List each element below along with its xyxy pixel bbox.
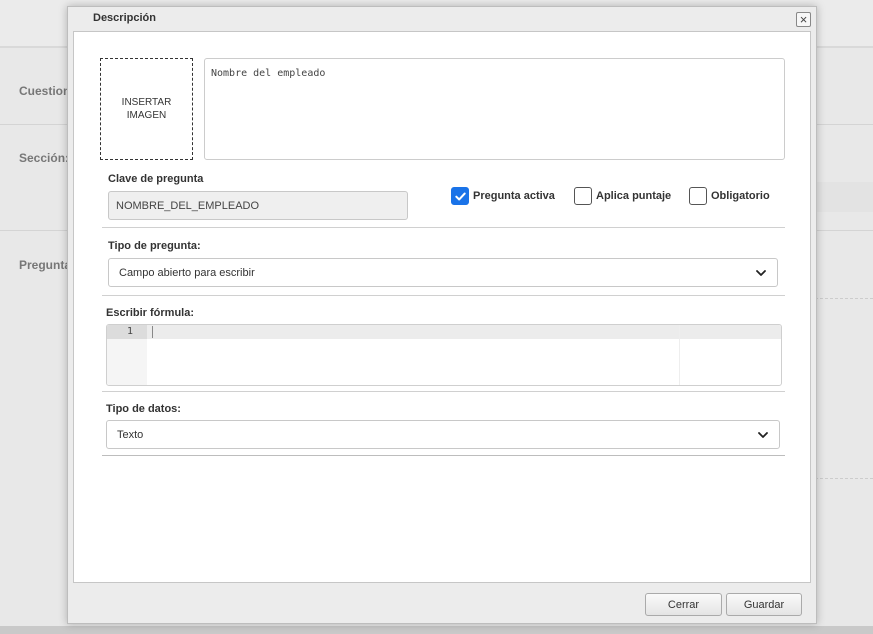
dialog-title: Descripción — [93, 12, 156, 24]
checkbox-box[interactable] — [451, 187, 469, 205]
tipo-datos-value: Texto — [117, 428, 144, 441]
cancel-button[interactable]: Cerrar — [645, 593, 722, 616]
chevron-down-icon — [758, 431, 768, 438]
checkbox-pregunta-activa[interactable]: Pregunta activa — [451, 187, 555, 205]
save-button[interactable]: Guardar — [726, 593, 802, 616]
checkbox-label: Obligatorio — [711, 190, 770, 202]
tipo-pregunta-value: Campo abierto para escribir — [119, 266, 255, 279]
dialog-content: INSERTAR IMAGEN Nombre del empleado Clav… — [73, 31, 811, 583]
background-label-seccion: Sección: — [19, 151, 70, 165]
chevron-down-icon — [756, 269, 766, 276]
background-bottom-bar — [0, 626, 873, 634]
close-icon[interactable]: × — [796, 12, 811, 27]
checkbox-obligatorio[interactable]: Obligatorio — [689, 187, 770, 205]
background-panel — [815, 182, 873, 212]
formula-editor[interactable]: 1 — [106, 324, 782, 386]
insert-image-label: INSERTAR IMAGEN — [121, 97, 172, 121]
tipo-datos-label: Tipo de datos: — [106, 403, 181, 415]
tipo-pregunta-select[interactable]: Campo abierto para escribir — [108, 258, 778, 287]
divider — [102, 391, 785, 392]
insert-image-box[interactable]: INSERTAR IMAGEN — [100, 58, 193, 160]
checkbox-label: Aplica puntaje — [596, 190, 672, 202]
background-dashed-line — [815, 298, 873, 299]
description-dialog: Descripción × INSERTAR IMAGEN Nombre del… — [67, 6, 817, 624]
divider — [102, 295, 785, 296]
tipo-datos-select[interactable]: Texto — [106, 420, 780, 449]
editor-cursor — [152, 326, 153, 338]
divider — [102, 227, 785, 228]
checkbox-label: Pregunta activa — [473, 190, 555, 202]
background-label-pregunta: Pregunta — [19, 258, 72, 272]
tipo-pregunta-label: Tipo de pregunta: — [108, 240, 201, 252]
background-label-cuestionario: Cuestion — [19, 84, 71, 98]
close-glyph: × — [799, 12, 808, 27]
checkbox-box[interactable] — [689, 187, 707, 205]
clave-label: Clave de pregunta — [108, 173, 204, 185]
description-textarea[interactable]: Nombre del empleado — [204, 58, 785, 160]
checkbox-aplica-puntaje[interactable]: Aplica puntaje — [574, 187, 671, 205]
checkbox-box[interactable] — [574, 187, 592, 205]
clave-input[interactable] — [108, 191, 408, 220]
editor-print-margin — [679, 325, 680, 385]
formula-label: Escribir fórmula: — [106, 307, 195, 319]
editor-gutter: 1 — [107, 325, 147, 385]
background-dashed-line — [815, 478, 873, 479]
divider — [102, 455, 785, 456]
line-number: 1 — [126, 326, 133, 337]
check-icon — [454, 192, 466, 200]
